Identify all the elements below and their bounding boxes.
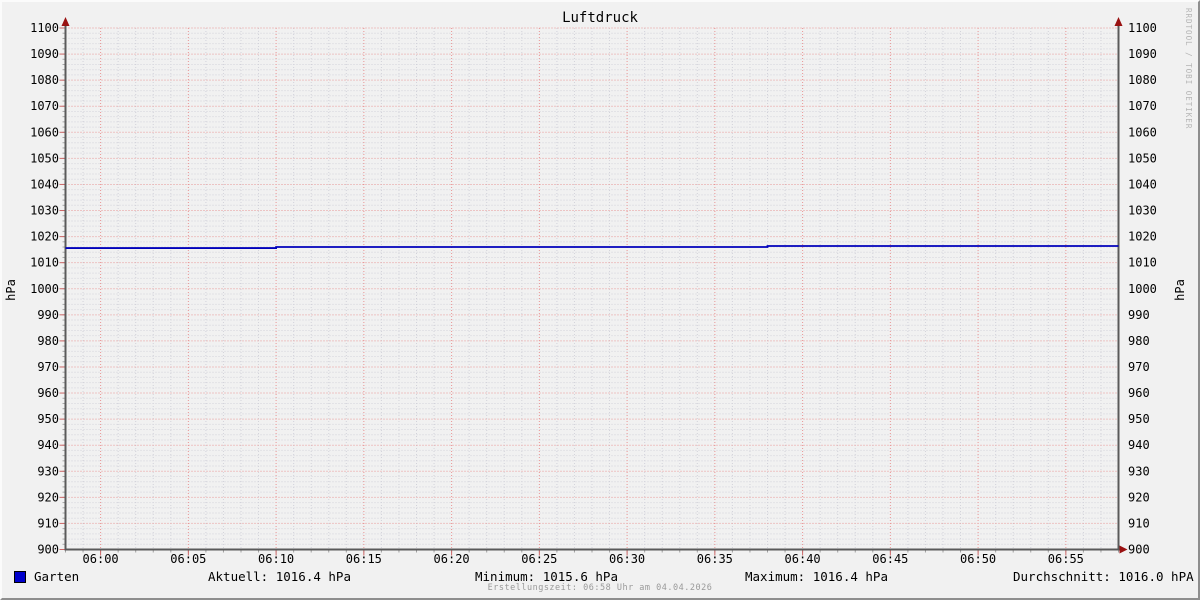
y-tick-label-right: 960 <box>1128 386 1150 400</box>
y-tick-label-left: 980 <box>37 334 59 348</box>
y-tick-label-right: 1050 <box>1128 151 1157 165</box>
y-tick-label-left: 950 <box>37 412 59 426</box>
y-tick-label-right: 980 <box>1128 334 1150 348</box>
pressure-chart: 900 900 910 910 920 920 930 930 940 940 950 950 960 9… <box>30 17 1157 566</box>
x-tick-label: 06:25 <box>521 552 557 566</box>
rrdtool-watermark: RRDTOOL / TOBI OETIKER <box>1184 8 1193 130</box>
y-tick-label-right: 1020 <box>1128 230 1157 244</box>
y-tick-label-left: 920 <box>37 490 59 504</box>
x-tick-label: 06:30 <box>609 552 645 566</box>
stat-average: Durchschnitt: 1016.0 hPA <box>1013 569 1194 584</box>
series-label: Garten <box>34 569 80 584</box>
stat-minimum: Minimum: 1015.6 hPa <box>475 569 618 584</box>
series-color-swatch <box>14 570 26 583</box>
y-tick-label-left: 1050 <box>30 151 59 165</box>
y-tick-label-right: 1010 <box>1128 256 1157 270</box>
y-tick-label-right: 1070 <box>1128 99 1157 113</box>
y-tick-label-right: 1060 <box>1128 125 1157 139</box>
y-tick-label-left: 1060 <box>30 125 59 139</box>
y-tick-label-left: 910 <box>37 516 59 530</box>
y-tick-label-left: 1090 <box>30 47 59 61</box>
y-tick-label-left: 1030 <box>30 204 59 218</box>
legend-series-garten: Garten <box>14 569 79 584</box>
x-tick-label: 06:00 <box>83 552 119 566</box>
y-tick-label-right: 990 <box>1128 308 1150 322</box>
y-tick-label-left: 1010 <box>30 256 59 270</box>
y-tick-label-left: 1000 <box>30 282 59 296</box>
y-tick-label-left: 960 <box>37 386 59 400</box>
creation-timestamp: Erstellungszeit: 06:58 Uhr am 04.04.2026 <box>487 583 713 593</box>
y-tick-label-left: 940 <box>37 438 59 452</box>
y-tick-label-left: 1070 <box>30 99 59 113</box>
page-title: Luftdruck <box>562 10 638 26</box>
x-tick-label: 06:15 <box>346 552 382 566</box>
x-tick-label: 06:05 <box>170 552 206 566</box>
y-tick-label-right: 1000 <box>1128 282 1157 296</box>
x-tick-label: 06:35 <box>697 552 733 566</box>
y-tick-label-right: 910 <box>1128 516 1150 530</box>
y-tick-label-right: 1080 <box>1128 73 1157 87</box>
x-tick-label: 06:20 <box>434 552 470 566</box>
y-tick-label-left: 900 <box>37 543 59 557</box>
y-tick-label-left: 1040 <box>30 177 59 191</box>
stat-current: Aktuell: 1016.4 hPa <box>208 569 351 584</box>
graph-canvas: 900 900 910 910 920 920 930 930 940 940 950 950 960 9… <box>2 2 1198 598</box>
stat-maximum: Maximum: 1016.4 hPa <box>745 569 888 584</box>
x-tick-label: 06:45 <box>872 552 908 566</box>
x-tick-label: 06:55 <box>1048 552 1084 566</box>
x-tick-label: 06:10 <box>258 552 294 566</box>
x-axis-arrow-icon <box>1119 545 1128 554</box>
x-tick-label: 06:50 <box>960 552 996 566</box>
y-tick-label-left: 1020 <box>30 230 59 244</box>
y-tick-label-right: 930 <box>1128 464 1150 478</box>
y-tick-label-right: 900 <box>1128 543 1150 557</box>
rrdtool-graph-frame: 900 900 910 910 920 920 930 930 940 940 950 950 960 9… <box>0 0 1200 600</box>
y-tick-label-right: 1040 <box>1128 177 1157 191</box>
y-tick-label-right: 940 <box>1128 438 1150 452</box>
y-tick-label-right: 920 <box>1128 490 1150 504</box>
y-axis-unit-left: hPa <box>4 279 18 301</box>
y-tick-label-right: 970 <box>1128 360 1150 374</box>
x-tick-label: 06:40 <box>785 552 821 566</box>
y-axis-unit-right: hPa <box>1173 279 1187 301</box>
y-tick-label-left: 1080 <box>30 73 59 87</box>
y-tick-label-right: 1090 <box>1128 47 1157 61</box>
y-tick-label-left: 970 <box>37 360 59 374</box>
y-tick-label-right: 1030 <box>1128 204 1157 218</box>
y-tick-label-left: 930 <box>37 464 59 478</box>
y-tick-label-left: 990 <box>37 308 59 322</box>
y-tick-label-right: 950 <box>1128 412 1150 426</box>
